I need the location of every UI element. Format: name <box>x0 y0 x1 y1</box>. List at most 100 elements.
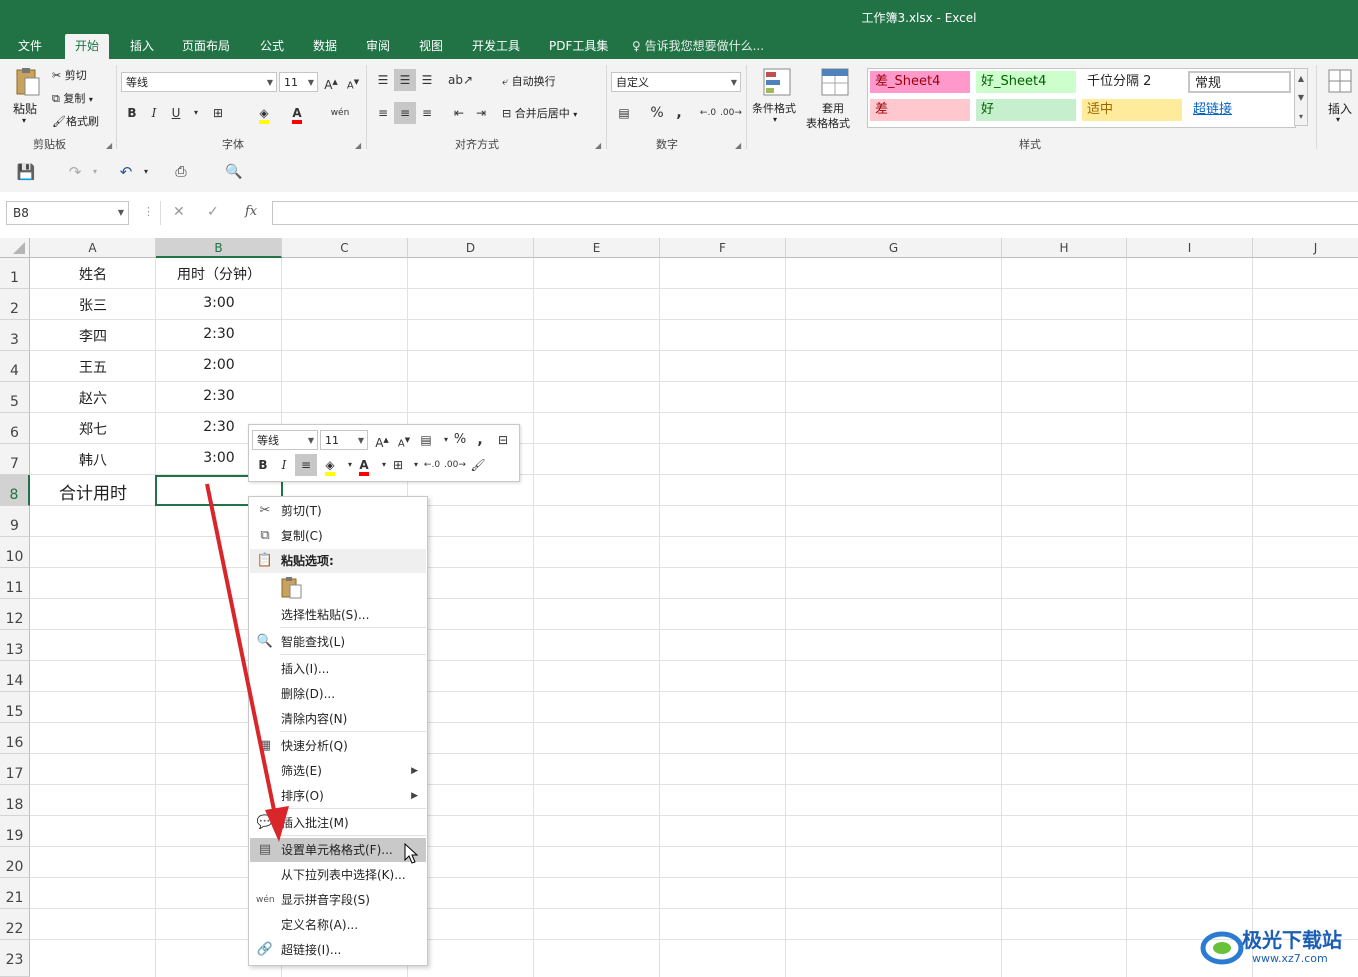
align-left-icon[interactable]: ≡ <box>372 102 394 124</box>
paste-button[interactable]: 粘贴 <box>13 100 37 117</box>
style-normal[interactable]: 常规 <box>1188 71 1291 93</box>
mini-increase-decimal-icon[interactable]: ←.0 <box>421 454 443 476</box>
cell-a6[interactable]: 郑七 <box>30 419 156 439</box>
font-color-icon[interactable]: A <box>286 102 308 124</box>
increase-indent-icon[interactable]: ⇥ <box>470 102 492 124</box>
style-neutral[interactable]: 适中 <box>1082 99 1182 121</box>
row-header-3[interactable]: 3 <box>0 320 30 351</box>
align-center-icon[interactable]: ≡ <box>394 102 416 124</box>
cell-b2[interactable]: 3:00 <box>156 295 282 311</box>
row-header-12[interactable]: 12 <box>0 599 30 630</box>
column-header-d[interactable]: D <box>408 238 534 258</box>
percent-button[interactable]: % <box>646 102 668 124</box>
row-header-9[interactable]: 9 <box>0 506 30 537</box>
paste-dropdown-icon[interactable]: ▾ <box>22 116 26 125</box>
decrease-indent-icon[interactable]: ⇤ <box>448 102 470 124</box>
conditional-format-button[interactable]: 条件格式 <box>752 100 796 116</box>
increase-decimal-icon[interactable]: ←.0 <box>697 102 719 124</box>
row-header-23[interactable]: 23 <box>0 940 30 977</box>
row-header-22[interactable]: 22 <box>0 909 30 940</box>
insert-cells-icon[interactable] <box>1326 67 1354 95</box>
menu-item-show-phonetic[interactable]: wén 显示拼音字段(S) <box>250 888 426 912</box>
column-header-h[interactable]: H <box>1002 238 1127 258</box>
style-good-sheet4[interactable]: 好_Sheet4 <box>976 71 1076 93</box>
undo-dropdown-icon[interactable]: ▾ <box>135 161 157 183</box>
row-header-5[interactable]: 5 <box>0 382 30 413</box>
insert-function-icon[interactable]: fx <box>245 204 257 219</box>
insert-dropdown-icon[interactable]: ▾ <box>1336 115 1340 124</box>
cancel-icon[interactable]: ✕ <box>173 204 185 220</box>
border-icon[interactable]: ⊞ <box>207 102 229 124</box>
formula-input[interactable] <box>272 201 1358 225</box>
wrap-text-button[interactable]: ⤶ 自动换行 <box>502 73 556 89</box>
cell-a7[interactable]: 韩八 <box>30 450 156 470</box>
mini-fill-color-icon[interactable]: ◈ <box>319 454 341 476</box>
style-bad-sheet4[interactable]: 差_Sheet4 <box>870 71 970 93</box>
row-header-2[interactable]: 2 <box>0 289 30 320</box>
undo-icon[interactable]: ↶ <box>115 161 137 183</box>
underline-button[interactable]: U <box>165 102 187 124</box>
column-header-a[interactable]: A <box>30 238 156 258</box>
table-format-label-2[interactable]: 表格格式 <box>806 115 850 131</box>
row-header-17[interactable]: 17 <box>0 754 30 785</box>
row-header-15[interactable]: 15 <box>0 692 30 723</box>
row-header-18[interactable]: 18 <box>0 785 30 816</box>
mini-comma-icon[interactable]: , <box>469 429 491 451</box>
row-header-8[interactable]: 8 <box>0 475 30 506</box>
tab-review[interactable]: 审阅 <box>356 34 400 59</box>
bold-button[interactable]: B <box>121 102 143 124</box>
mini-size-combo[interactable]: 11 ▼ <box>320 430 368 450</box>
cell-a5[interactable]: 赵六 <box>30 388 156 408</box>
mini-format-table-icon[interactable]: ⊟ <box>492 429 514 451</box>
redo-dropdown-icon[interactable]: ▾ <box>84 161 106 183</box>
align-middle-icon[interactable]: ☰ <box>394 69 416 91</box>
align-top-icon[interactable]: ☰ <box>372 69 394 91</box>
phonetic-icon[interactable]: wén <box>329 102 351 124</box>
column-header-g[interactable]: G <box>786 238 1002 258</box>
row-header-11[interactable]: 11 <box>0 568 30 599</box>
decrease-font-icon[interactable]: A▼ <box>342 71 364 93</box>
column-header-j[interactable]: J <box>1253 238 1358 258</box>
table-format-icon[interactable] <box>820 67 850 97</box>
mini-format-painter-icon[interactable]: 🖌 <box>467 454 489 476</box>
cell-a3[interactable]: 李四 <box>30 326 156 346</box>
font-size-combo[interactable]: 11 ▼ <box>279 72 318 92</box>
tab-file[interactable]: 文件 <box>8 34 52 59</box>
style-bad[interactable]: 差 <box>870 99 970 121</box>
row-header-1[interactable]: 1 <box>0 258 30 289</box>
fill-color-icon[interactable]: ◈ <box>253 102 275 124</box>
orientation-icon[interactable]: ab↗ <box>448 69 473 91</box>
tab-pdf-tools[interactable]: PDF工具集 <box>539 34 618 59</box>
tab-home[interactable]: 开始 <box>65 34 110 59</box>
row-header-19[interactable]: 19 <box>0 816 30 847</box>
save-icon[interactable]: 💾 <box>15 161 37 183</box>
comma-button[interactable]: , <box>668 102 690 124</box>
select-all-button[interactable] <box>0 238 30 258</box>
enter-icon[interactable]: ✓ <box>207 204 219 220</box>
accounting-format-icon[interactable]: ▤ <box>613 102 635 124</box>
tab-formulas[interactable]: 公式 <box>250 34 294 59</box>
cell-a8[interactable]: 合计用时 <box>30 479 156 504</box>
row-header-4[interactable]: 4 <box>0 351 30 382</box>
row-header-14[interactable]: 14 <box>0 661 30 692</box>
conditional-dropdown-icon[interactable]: ▾ <box>773 115 777 124</box>
redo-icon[interactable]: ↷ <box>64 161 86 183</box>
cell-b5[interactable]: 2:30 <box>156 388 282 404</box>
zoom-preview-icon[interactable]: 🔍 <box>223 161 245 183</box>
italic-button[interactable]: I <box>143 102 165 124</box>
table-format-label-1[interactable]: 套用 <box>822 100 844 116</box>
number-launcher-icon[interactable]: ◢ <box>735 141 741 150</box>
row-header-20[interactable]: 20 <box>0 847 30 878</box>
column-header-i[interactable]: I <box>1127 238 1253 258</box>
name-box[interactable]: B8 ▼ <box>6 201 129 225</box>
clipboard-launcher-icon[interactable]: ◢ <box>106 141 112 150</box>
row-header-13[interactable]: 13 <box>0 630 30 661</box>
row-header-10[interactable]: 10 <box>0 537 30 568</box>
cell-a1[interactable]: 姓名 <box>30 264 156 284</box>
style-hyperlink[interactable]: 超链接 <box>1188 99 1288 121</box>
cell-b1[interactable]: 用时（分钟） <box>156 264 282 284</box>
print-preview-icon[interactable]: ⎙ <box>170 161 192 183</box>
mini-accounting-icon[interactable]: ▤ <box>415 429 437 451</box>
decrease-decimal-icon[interactable]: .00→ <box>720 102 742 124</box>
row-header-16[interactable]: 16 <box>0 723 30 754</box>
